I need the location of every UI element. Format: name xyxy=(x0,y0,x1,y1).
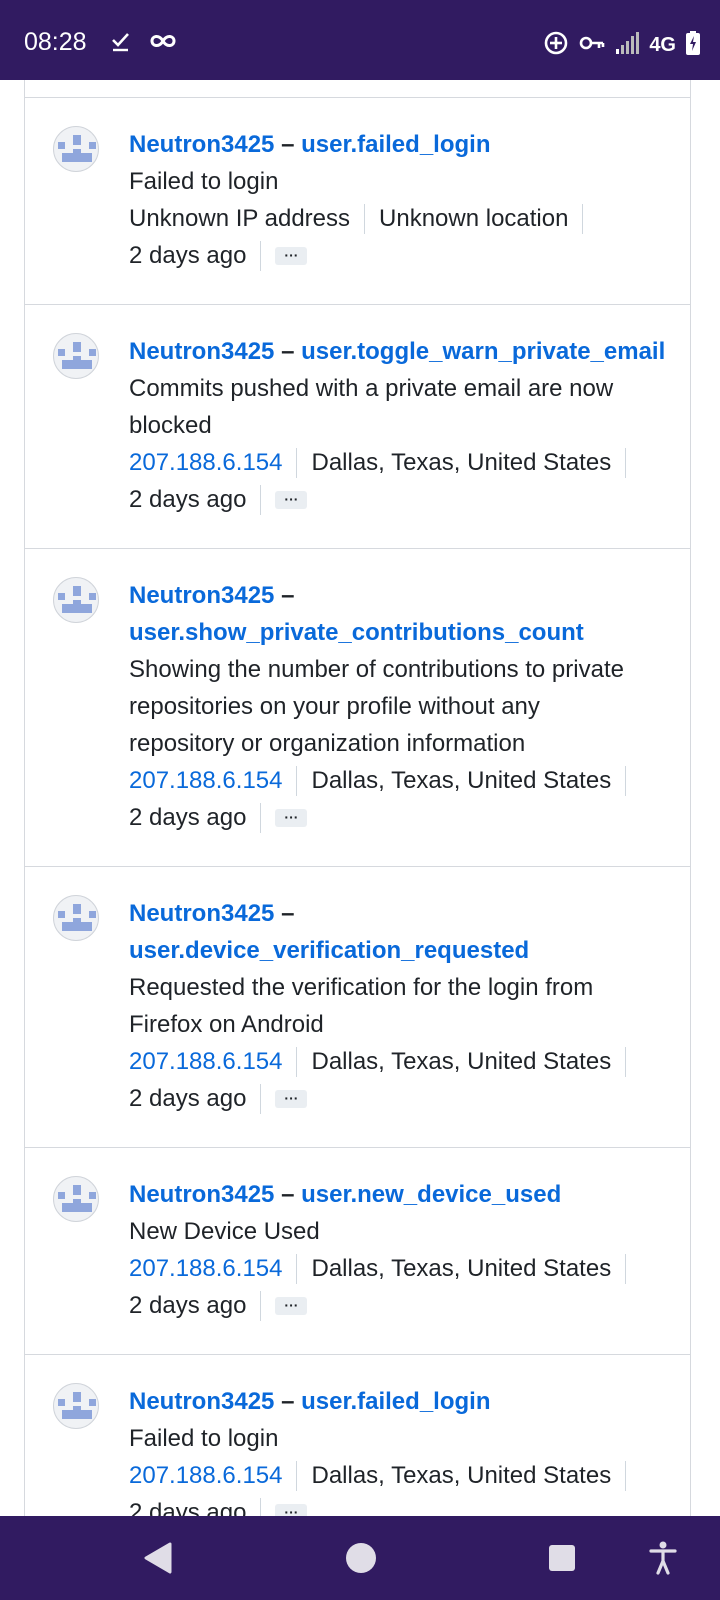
divider xyxy=(260,1497,262,1516)
divider xyxy=(296,1046,298,1077)
signal-icon xyxy=(615,31,640,60)
entry-description: Showing the number of contributions to p… xyxy=(129,656,624,683)
actor-link[interactable]: Neutron3425 xyxy=(129,582,274,609)
divider xyxy=(296,1253,298,1284)
location: Dallas, Texas, United States xyxy=(311,449,612,476)
divider xyxy=(296,765,298,796)
avatar[interactable] xyxy=(53,126,99,172)
divider xyxy=(625,1046,627,1077)
avatar[interactable] xyxy=(53,577,99,623)
ip-address-link[interactable]: 207.188.6.154 xyxy=(129,444,282,481)
action-link[interactable]: user.show_private_contributions_count xyxy=(129,619,584,646)
status-bar: 08:28 4G xyxy=(0,0,720,80)
ip-address-link[interactable]: 207.188.6.154 xyxy=(129,762,282,799)
check-icon xyxy=(110,30,132,57)
log-entry: Neutron3425 – user.toggle_warn_private_e… xyxy=(25,305,690,549)
entry-description: Failed to login xyxy=(129,168,279,195)
infinity-icon xyxy=(150,30,176,57)
log-entry: Neutron3425 – user.show_private_contribu… xyxy=(25,549,690,867)
timestamp: 2 days ago xyxy=(129,486,247,513)
security-log: Neutron3425 – user.failed_login Failed t… xyxy=(0,80,720,1516)
divider xyxy=(296,447,298,478)
more-button[interactable]: ··· xyxy=(275,1296,308,1315)
network-type: 4G xyxy=(649,34,676,56)
location: Dallas, Texas, United States xyxy=(311,1255,612,1282)
vpn-key-icon xyxy=(579,34,605,57)
more-button[interactable]: ··· xyxy=(275,246,308,265)
status-time: 08:28 xyxy=(24,28,87,56)
actor-link[interactable]: Neutron3425 xyxy=(129,900,274,927)
accessibility-icon[interactable] xyxy=(648,1540,678,1581)
entry-description: repositories on your profile without any xyxy=(129,693,540,720)
more-button[interactable]: ··· xyxy=(275,808,308,827)
entry-description: Requested the verification for the login… xyxy=(129,974,594,1001)
recents-icon[interactable] xyxy=(546,1540,578,1581)
ip-address-link[interactable]: 207.188.6.154 xyxy=(129,1043,282,1080)
action-link[interactable]: user.toggle_warn_private_email xyxy=(301,338,665,365)
ip-address: Unknown IP address xyxy=(129,205,351,232)
more-button[interactable]: ··· xyxy=(275,1089,308,1108)
action-link[interactable]: user.new_device_used xyxy=(301,1181,561,1208)
action-link[interactable]: user.device_verification_requested xyxy=(129,937,529,964)
divider xyxy=(364,203,366,234)
action-link[interactable]: user.failed_login xyxy=(301,1388,490,1415)
timestamp: 2 days ago xyxy=(129,242,247,269)
actor-link[interactable]: Neutron3425 xyxy=(129,1388,274,1415)
location: Dallas, Texas, United States xyxy=(311,1048,612,1075)
ip-address-link[interactable]: 207.188.6.154 xyxy=(129,1250,282,1287)
more-button[interactable]: ··· xyxy=(275,1503,308,1516)
entry-description: Commits pushed with a private email are … xyxy=(129,375,614,402)
divider xyxy=(260,240,262,271)
ip-address-link[interactable]: 207.188.6.154 xyxy=(129,1457,282,1494)
actor-link[interactable]: Neutron3425 xyxy=(129,1181,274,1208)
divider xyxy=(296,1460,298,1491)
timestamp: 2 days ago xyxy=(129,1085,247,1112)
avatar[interactable] xyxy=(53,333,99,379)
divider xyxy=(625,1460,627,1491)
avatar[interactable] xyxy=(53,1176,99,1222)
timestamp: 2 days ago xyxy=(129,1292,247,1319)
navigation-bar xyxy=(0,1516,720,1600)
list-divider xyxy=(25,80,690,98)
divider xyxy=(625,1253,627,1284)
battery-charging-icon xyxy=(686,31,700,60)
divider xyxy=(260,1290,262,1321)
location: Dallas, Texas, United States xyxy=(311,767,612,794)
divider xyxy=(582,203,584,234)
sync-icon xyxy=(543,30,569,61)
entry-description: repository or organization information xyxy=(129,730,526,757)
security-log-list: Neutron3425 – user.failed_login Failed t… xyxy=(24,80,691,1516)
avatar[interactable] xyxy=(53,1383,99,1429)
divider xyxy=(260,1083,262,1114)
location: Unknown location xyxy=(379,205,569,232)
entry-description: Firefox on Android xyxy=(129,1011,324,1038)
log-entry: Neutron3425 – user.failed_login Failed t… xyxy=(25,1355,690,1516)
entry-description: New Device Used xyxy=(129,1218,320,1245)
log-entry: Neutron3425 – user.device_verification_r… xyxy=(25,867,690,1148)
entry-description: Failed to login xyxy=(129,1425,279,1452)
home-icon[interactable] xyxy=(344,1540,378,1581)
divider xyxy=(625,447,627,478)
divider xyxy=(625,765,627,796)
location: Dallas, Texas, United States xyxy=(311,1462,612,1489)
more-button[interactable]: ··· xyxy=(275,490,308,509)
actor-link[interactable]: Neutron3425 xyxy=(129,131,274,158)
avatar[interactable] xyxy=(53,895,99,941)
action-link[interactable]: user.failed_login xyxy=(301,131,490,158)
log-entry: Neutron3425 – user.new_device_used New D… xyxy=(25,1148,690,1355)
divider xyxy=(260,802,262,833)
divider xyxy=(260,484,262,515)
timestamp: 2 days ago xyxy=(129,804,247,831)
back-icon[interactable] xyxy=(142,1540,174,1581)
timestamp: 2 days ago xyxy=(129,1499,247,1516)
log-entry: Neutron3425 – user.failed_login Failed t… xyxy=(25,98,690,305)
entry-description: blocked xyxy=(129,412,212,439)
actor-link[interactable]: Neutron3425 xyxy=(129,338,274,365)
